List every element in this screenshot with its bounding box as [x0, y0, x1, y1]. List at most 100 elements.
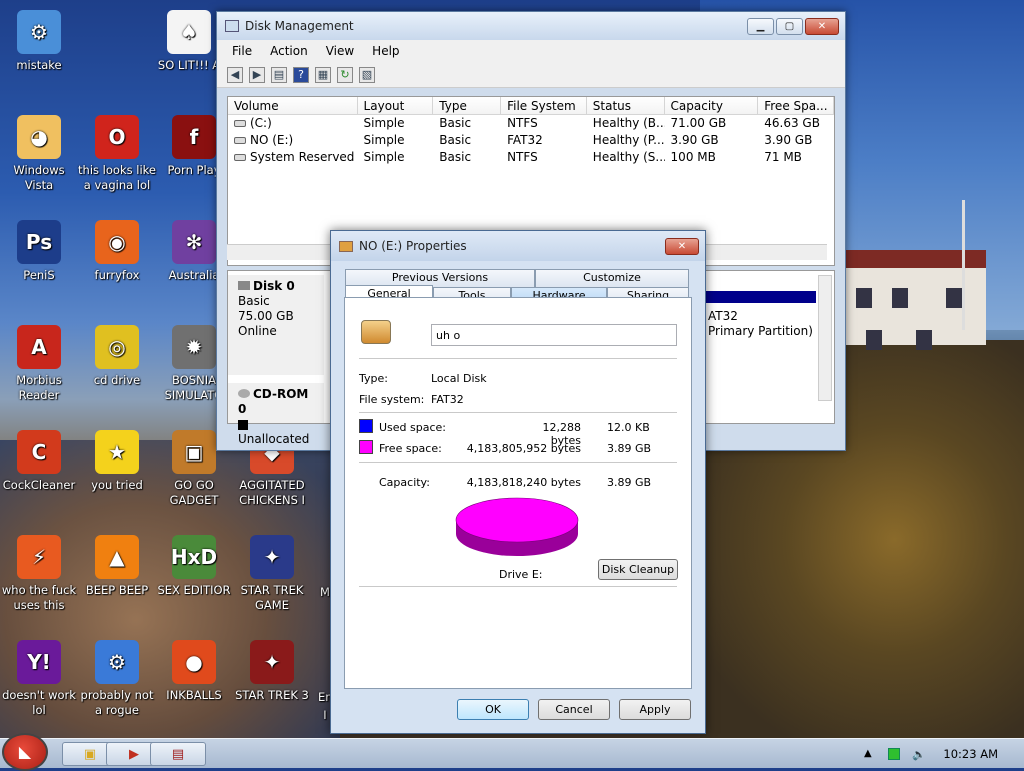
separator [359, 586, 677, 587]
table-cell: Simple [363, 150, 405, 164]
tray-volume-icon[interactable]: 🔈 [912, 748, 926, 761]
desktop-icon[interactable]: ✦ STAR TREK GAME [233, 535, 311, 613]
table-row[interactable]: (C:) Simple Basic NTFS Healthy (B... 71.00 GB… [228, 115, 834, 132]
column-header-layout[interactable]: Layout [358, 97, 434, 114]
tray-chevron-icon[interactable]: ▲ [864, 748, 876, 760]
refresh-icon[interactable]: ↻ [337, 66, 353, 83]
desktop-icon[interactable]: Othis looks like a vagina lol [78, 115, 156, 193]
taskbar: ◣ ▣ ▶ ▤ ▲ 🔈 10:23 AM [0, 733, 1024, 771]
settings-icon[interactable]: ▧ [359, 66, 375, 83]
table-cell: 100 MB [670, 150, 716, 164]
desktop-icon[interactable]: ◎ cd drive [78, 325, 156, 388]
free-space-size: 3.89 GB [607, 442, 652, 455]
used-space-swatch [359, 419, 373, 433]
table-cell: 3.90 GB [670, 133, 719, 147]
help-icon[interactable]: ? [293, 66, 309, 83]
table-row[interactable]: NO (E:) Simple Basic FAT32 Healthy (P... 3.90… [228, 132, 834, 149]
table-cell: 46.63 GB [764, 116, 820, 130]
disk-cleanup-button[interactable]: Disk Cleanup [598, 559, 678, 580]
desktop-icon[interactable]: ▲ BEEP BEEP [78, 535, 156, 598]
desktop-icon-label: CockCleaner [2, 478, 76, 492]
close-button[interactable]: ✕ [805, 17, 839, 35]
menu-view[interactable]: View [317, 44, 363, 58]
drive-icon [361, 320, 391, 344]
used-space-size: 12.0 KB [607, 421, 650, 434]
desktop-icon[interactable]: ★ you tried [78, 430, 156, 493]
desktop-icon-label: SEX EDITIOR [157, 583, 231, 597]
cancel-button[interactable]: Cancel [538, 699, 610, 720]
desktop-icon[interactable]: ⚡ who the fuck uses this [0, 535, 78, 613]
desktop-icon-label: PeniS [23, 268, 55, 282]
vertical-scrollbar[interactable] [818, 275, 832, 401]
desktop-icon[interactable]: ⚙ mistake [0, 10, 78, 73]
table-cell: System Reserved [228, 149, 358, 166]
maximize-button[interactable]: ▢ [776, 17, 803, 35]
desktop-icon[interactable]: Y! doesn't work lol [0, 640, 78, 718]
cdrom-0-label[interactable]: CD-ROM 0 Unallocated [228, 383, 324, 446]
volume-name-input[interactable] [431, 324, 677, 346]
desktop-icon-image: ◎ [95, 325, 139, 369]
table-cell: NO (E:) [228, 132, 358, 149]
minimize-button[interactable]: ▁ [747, 17, 774, 35]
column-header-capacity[interactable]: Capacity [665, 97, 759, 114]
desktop-icon-label: GO GO GADGET [169, 478, 219, 507]
ok-button[interactable]: OK [457, 699, 529, 720]
partition-block[interactable]: AT32 Primary Partition) [706, 291, 816, 361]
desktop-icon-image: ✦ [250, 640, 294, 684]
menu-action[interactable]: Action [261, 44, 317, 58]
desktop-icon-image: ◉ [95, 220, 139, 264]
separator [359, 462, 677, 463]
general-tab-panel: Type: Local Disk File system: FAT32 Used… [344, 297, 692, 689]
desktop-icon[interactable]: ◕ Windows Vista [0, 115, 78, 193]
menu-help[interactable]: Help [363, 44, 408, 58]
disk-mgmt-icon[interactable]: ▤ [150, 742, 206, 766]
volume-name: NO (E:) [250, 133, 294, 147]
menu-file[interactable]: File [223, 44, 261, 58]
apply-button[interactable]: Apply [619, 699, 691, 720]
table-row[interactable]: System Reserved Simple Basic NTFS Healthy (S… [228, 149, 834, 166]
column-header-volume[interactable]: Volume [228, 97, 358, 114]
properties-dialog: NO (E:) Properties ✕ Previous Versions C… [330, 230, 706, 734]
column-header-type[interactable]: Type [433, 97, 502, 114]
column-header-file-system[interactable]: File System [501, 97, 587, 114]
free-space-swatch [359, 440, 373, 454]
desktop-icon-label: Windows Vista [13, 163, 65, 192]
table-cell: Basic [439, 133, 472, 147]
forward-icon[interactable]: ▶ [249, 66, 265, 83]
table-cell: Healthy (P... [592, 133, 665, 147]
desktop-icon[interactable]: HxD SEX EDITIOR [155, 535, 233, 598]
volume-list-header: Volume Layout Type File System Status Ca… [228, 97, 834, 115]
column-header-status[interactable]: Status [587, 97, 665, 114]
properties-icon[interactable]: ▦ [315, 66, 331, 83]
disk-0-label[interactable]: Disk 0 Basic 75.00 GB Online [228, 275, 324, 375]
table-cell: Healthy (S... [592, 150, 665, 164]
desktop-icon-image: ★ [95, 430, 139, 474]
desktop-icon[interactable]: C CockCleaner [0, 430, 78, 493]
desktop-icon[interactable]: ⚙ probably not a rogue [78, 640, 156, 718]
desktop-icon-label: STAR TREK GAME [240, 583, 304, 612]
desktop-icon[interactable]: Ps PeniS [0, 220, 78, 283]
free-space-label: Free space: [379, 442, 442, 455]
view-icon[interactable]: ▤ [271, 66, 287, 83]
properties-titlebar[interactable]: NO (E:) Properties ✕ [331, 231, 705, 261]
tab-customize[interactable]: Customize [535, 269, 689, 287]
desktop-icon-image: O [95, 115, 139, 159]
column-header-free-space[interactable]: Free Spa... [758, 97, 834, 114]
desktop-icon[interactable]: A Morbius Reader [0, 325, 78, 403]
pie-top-free-space [455, 497, 579, 543]
back-icon[interactable]: ◀ [227, 66, 243, 83]
tray-network-icon[interactable] [888, 748, 900, 760]
desktop-icon-image: ✹ [172, 325, 216, 369]
desktop-icon[interactable]: ● INKBALLS [155, 640, 233, 703]
file-system-label: File system: [359, 393, 425, 406]
angry-bird-start-icon[interactable]: ◣ [2, 733, 48, 771]
desktop-icon-label: this looks like a vagina lol [78, 163, 156, 192]
wallpaper-house [846, 250, 986, 345]
desktop-icon[interactable]: ✦ STAR TREK 3 [233, 640, 311, 703]
dialog-close-button[interactable]: ✕ [665, 237, 699, 255]
disk-management-titlebar[interactable]: Disk Management ▁ ▢ ✕ [217, 12, 845, 40]
desktop-icon[interactable]: ◉ furryfox [78, 220, 156, 283]
taskbar-clock[interactable]: 10:23 AM [943, 747, 998, 761]
desktop-icon-image: ⚡ [17, 535, 61, 579]
used-space-label: Used space: [379, 421, 447, 434]
